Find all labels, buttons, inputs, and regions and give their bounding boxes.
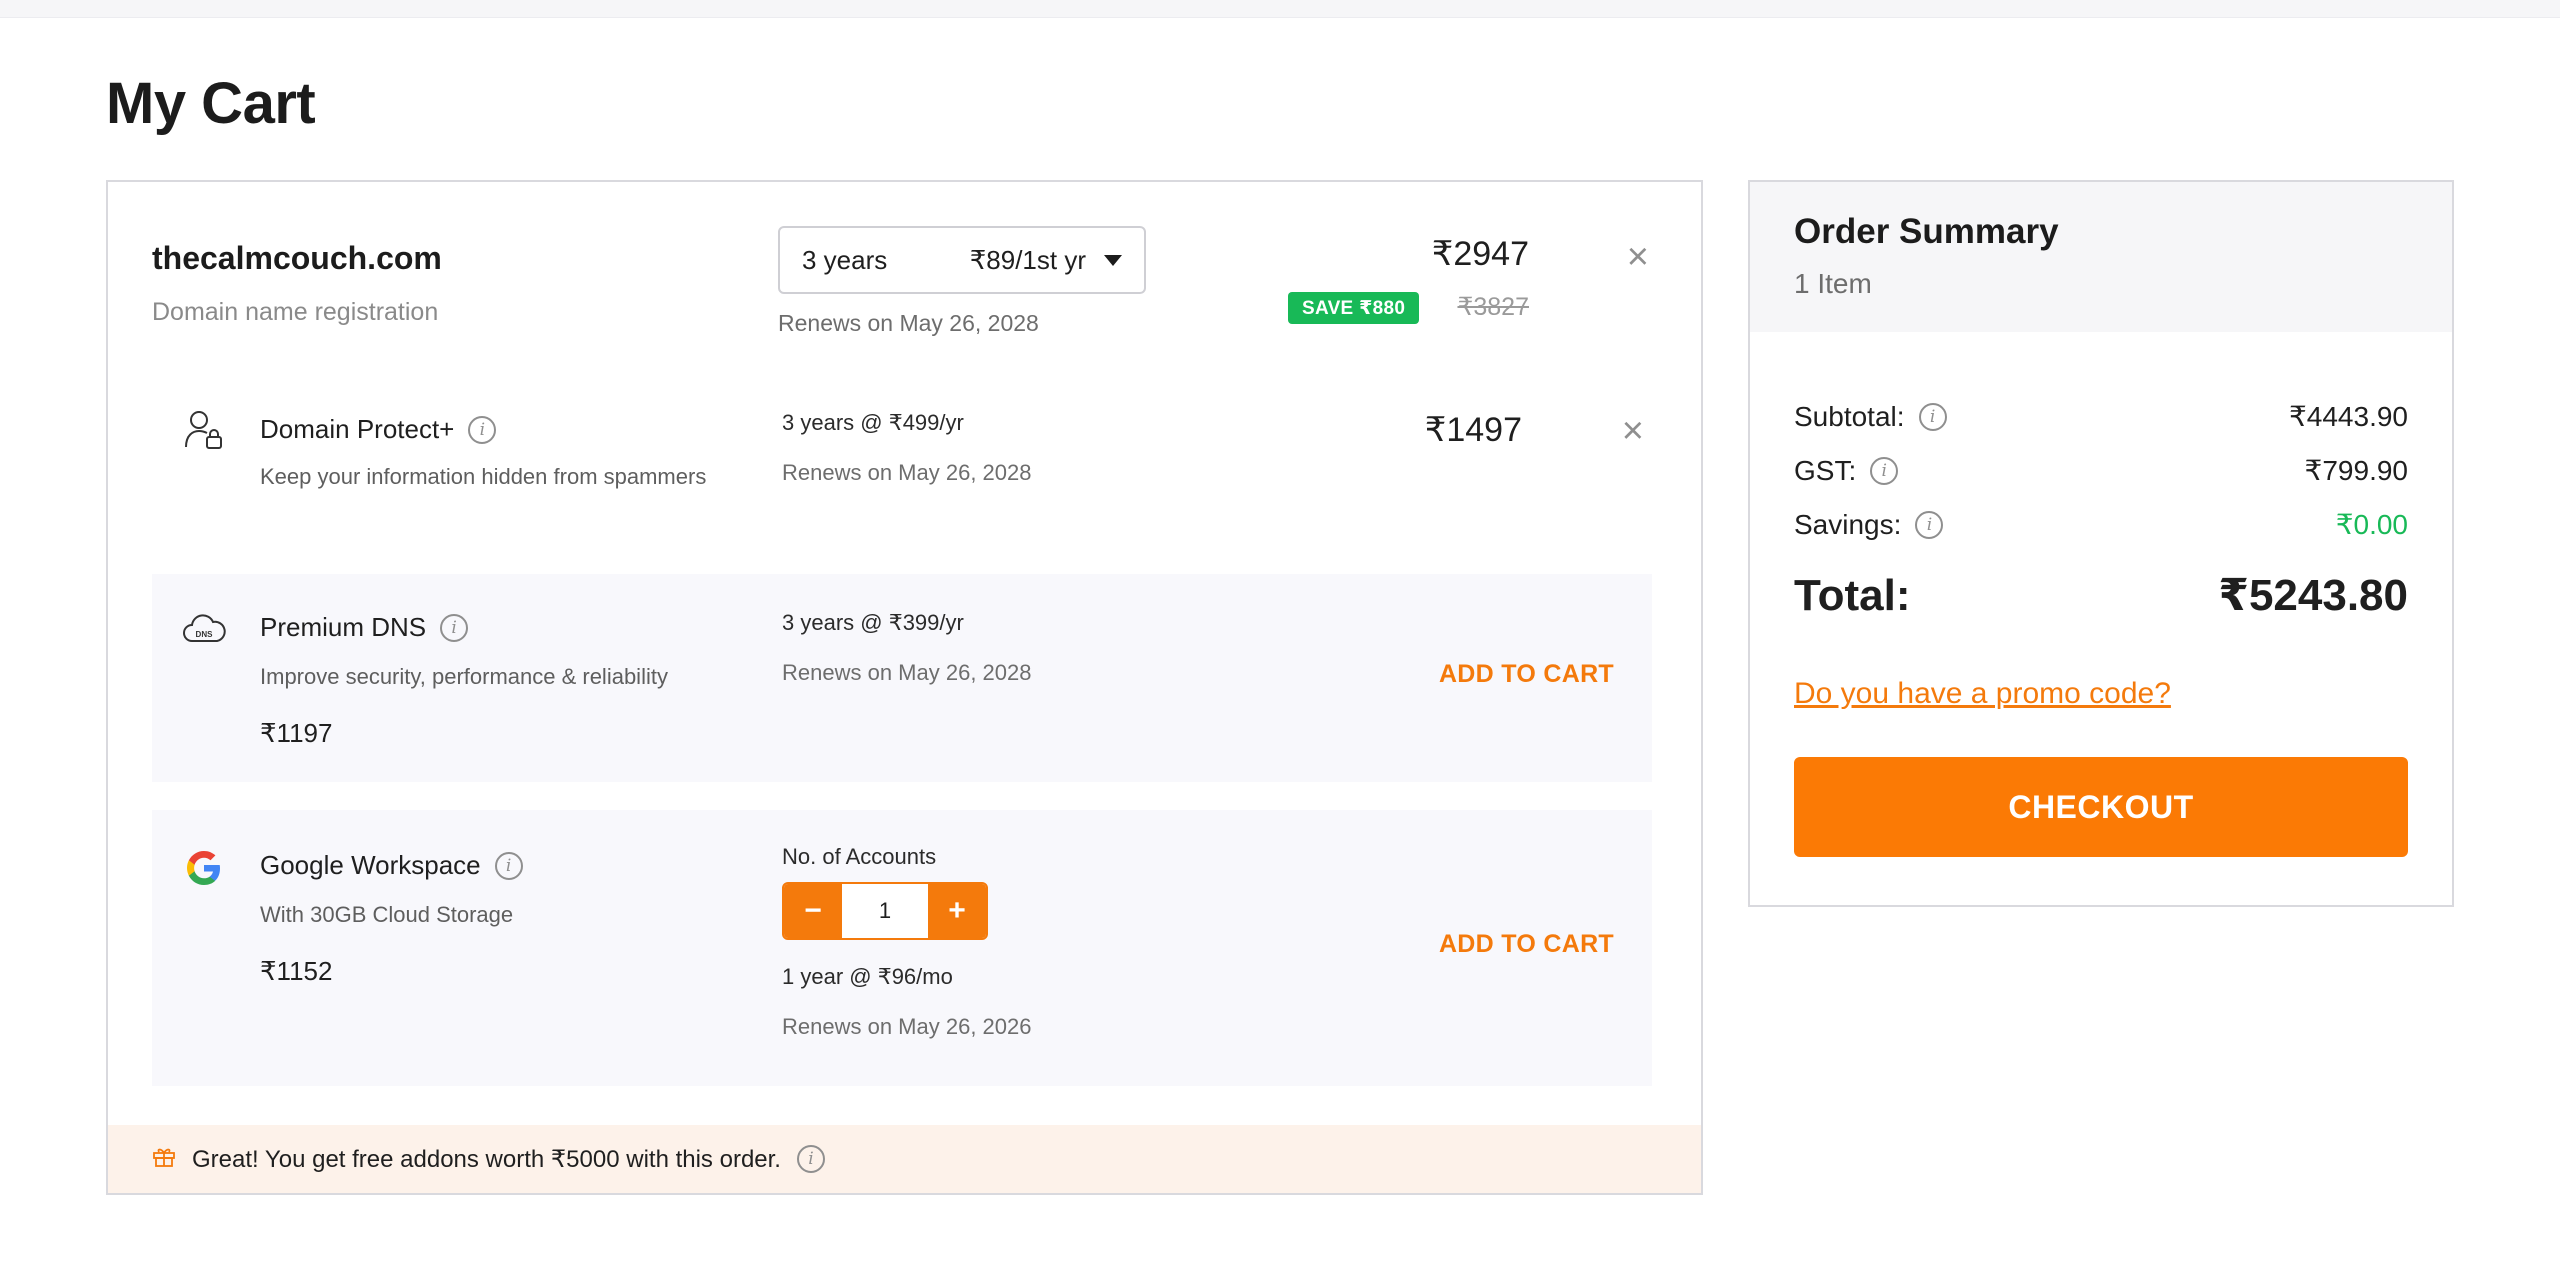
subtotal-row: Subtotal: i ₹4443.90: [1794, 400, 2408, 433]
addon-description: With 30GB Cloud Storage: [260, 902, 514, 927]
addon-premium-dns: DNS Premium DNS i Improve security, perf…: [152, 574, 1652, 782]
increment-button[interactable]: +: [928, 884, 986, 938]
info-icon[interactable]: i: [1918, 402, 1947, 431]
gst-label: GST: i: [1794, 454, 1899, 487]
addon-renewal: Renews on May 26, 2026: [782, 1014, 1032, 1039]
chevron-down-icon: [1104, 254, 1122, 266]
remove-addon-button[interactable]: ×: [1622, 412, 1644, 450]
total-row: Total: ₹5243.80: [1794, 570, 2408, 621]
info-icon[interactable]: i: [468, 415, 497, 444]
subtotal-label: Subtotal: i: [1794, 401, 1947, 433]
subtotal-label-text: Subtotal:: [1794, 400, 1905, 432]
savings-row: Savings: i ₹0.00: [1794, 508, 2408, 541]
order-summary-header: Order Summary 1 Item: [1750, 182, 2452, 332]
savings-value: ₹0.00: [2335, 509, 2408, 540]
addon-term: 3 years @ ₹399/yr: [782, 610, 964, 635]
user-lock-icon: [182, 408, 226, 452]
quantity-stepper: − 1 +: [782, 882, 988, 940]
term-select[interactable]: 3 years ₹89/1st yr: [778, 226, 1146, 294]
addon-title-text: Premium DNS: [260, 612, 427, 642]
google-logo-icon: [182, 846, 226, 890]
info-icon[interactable]: i: [440, 613, 469, 642]
total-label: Total:: [1794, 570, 1911, 620]
cart-panel: thecalmcouch.com Domain name registratio…: [106, 180, 1703, 1195]
domain-original-price: ₹3827: [1457, 293, 1529, 321]
svg-text:DNS: DNS: [196, 630, 214, 639]
save-badge: SAVE ₹880: [1288, 292, 1420, 324]
gst-label-text: GST:: [1794, 454, 1857, 486]
addon-title: Google Workspace i: [260, 850, 523, 881]
addon-description: Keep your information hidden from spamme…: [260, 464, 707, 489]
addon-renewal: Renews on May 26, 2028: [782, 660, 1032, 685]
subtotal-value: ₹4443.90: [2288, 401, 2408, 432]
addon-title: Domain Protect+ i: [260, 414, 497, 445]
addon-renewal: Renews on May 26, 2028: [782, 460, 1032, 485]
savings-label: Savings: i: [1794, 508, 1944, 541]
addon-price: ₹1152: [260, 956, 333, 986]
gst-row: GST: i ₹799.90: [1794, 454, 2408, 487]
addon-title: Premium DNS i: [260, 612, 469, 643]
add-workspace-to-cart-button[interactable]: ADD TO CART: [1439, 930, 1614, 959]
term-years: 3 years: [802, 244, 888, 275]
order-summary: Order Summary 1 Item Subtotal: i ₹4443.9…: [1748, 180, 2454, 907]
addon-price: ₹1497: [1424, 411, 1522, 449]
promo-code-link[interactable]: Do you have a promo code?: [1794, 677, 2171, 711]
total-value: ₹5243.80: [2218, 571, 2408, 620]
page-title: My Cart: [106, 71, 316, 136]
remove-domain-button[interactable]: ×: [1627, 238, 1649, 276]
cloud-dns-icon: DNS: [182, 608, 226, 652]
addon-title-text: Google Workspace: [260, 850, 481, 880]
addon-domain-protect: Domain Protect+ i Keep your information …: [152, 382, 1652, 542]
free-addons-banner: Great! You get free addons worth ₹5000 w…: [108, 1125, 1701, 1193]
banner-text: Great! You get free addons worth ₹5000 w…: [192, 1145, 781, 1173]
info-icon[interactable]: i: [1915, 510, 1944, 539]
term-rate: ₹89/1st yr: [969, 244, 1086, 275]
gst-value: ₹799.90: [2304, 455, 2408, 486]
order-summary-title: Order Summary: [1794, 212, 2059, 251]
domain-name: thecalmcouch.com: [152, 240, 442, 276]
checkout-button[interactable]: CHECKOUT: [1794, 757, 2408, 857]
quantity-input[interactable]: 1: [842, 884, 928, 938]
domain-subtitle: Domain name registration: [152, 298, 439, 326]
top-bar: [0, 0, 2560, 18]
info-icon[interactable]: i: [494, 851, 523, 880]
item-count: 1 Item: [1794, 268, 1872, 299]
gift-icon: [152, 1144, 176, 1175]
decrement-button[interactable]: −: [784, 884, 842, 938]
domain-price: ₹2947: [1431, 235, 1529, 273]
add-dns-to-cart-button[interactable]: ADD TO CART: [1439, 660, 1614, 689]
savings-label-text: Savings:: [1794, 508, 1902, 540]
addon-term: 3 years @ ₹499/yr: [782, 410, 964, 435]
addon-title-text: Domain Protect+: [260, 414, 455, 444]
info-icon[interactable]: i: [1870, 456, 1899, 485]
domain-renewal: Renews on May 26, 2028: [778, 310, 1039, 336]
addon-google-workspace: Google Workspace i With 30GB Cloud Stora…: [152, 810, 1652, 1086]
accounts-label: No. of Accounts: [782, 844, 937, 869]
addon-price: ₹1197: [260, 718, 333, 748]
addon-description: Improve security, performance & reliabil…: [260, 664, 668, 689]
info-icon[interactable]: i: [796, 1145, 825, 1173]
addon-term: 1 year @ ₹96/mo: [782, 964, 953, 989]
